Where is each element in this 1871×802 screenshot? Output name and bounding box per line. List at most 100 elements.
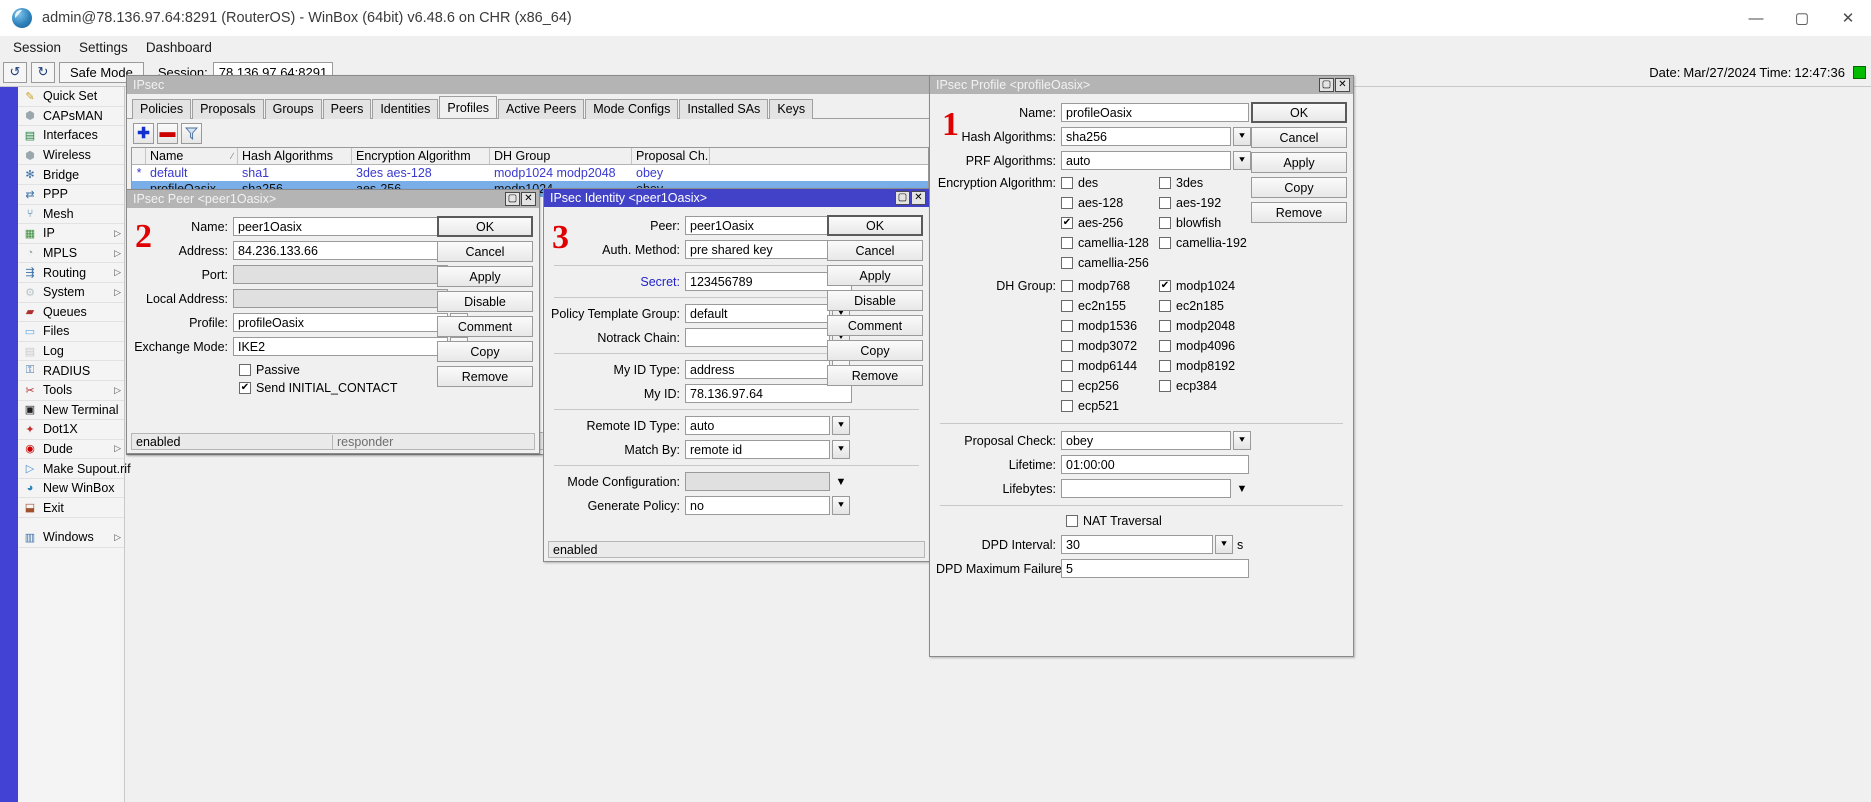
undo-button[interactable]: ↺ <box>3 62 27 83</box>
maximize-button[interactable]: ▢ <box>1779 0 1825 36</box>
identity-notrack-chain-input[interactable] <box>685 328 830 347</box>
sidebar-item-routing[interactable]: ⇶Routing▷ <box>18 263 124 283</box>
checkbox-box[interactable] <box>1159 340 1171 352</box>
checkbox-box[interactable] <box>1159 237 1171 249</box>
tab-peers[interactable]: Peers <box>323 99 372 119</box>
tab-proposals[interactable]: Proposals <box>192 99 264 119</box>
checkbox-aes-256[interactable]: ✔aes-256 <box>1061 214 1159 232</box>
checkbox-ecp521[interactable]: ecp521 <box>1061 397 1159 415</box>
tab-keys[interactable]: Keys <box>769 99 813 119</box>
sidebar-item-wireless[interactable]: ⬢Wireless <box>18 146 124 166</box>
peer-send-initial-contact-checkbox[interactable]: ✔ <box>239 382 251 394</box>
apply-button[interactable]: Apply <box>1251 152 1347 173</box>
checkbox-box[interactable] <box>1159 300 1171 312</box>
peer-address-input[interactable]: 84.236.133.66 <box>233 241 448 260</box>
checkbox-box[interactable] <box>1061 300 1073 312</box>
checkbox-camellia-128[interactable]: camellia-128 <box>1061 234 1159 252</box>
column-header-name[interactable]: Name∕ <box>146 148 238 164</box>
menu-settings[interactable]: Settings <box>70 38 137 57</box>
menu-session[interactable]: Session <box>4 38 70 57</box>
checkbox-des[interactable]: des <box>1061 174 1159 192</box>
chevron-down-icon[interactable]: ▼ <box>1233 479 1251 498</box>
ok-button[interactable]: OK <box>437 216 533 237</box>
checkbox-ecp256[interactable]: ecp256 <box>1061 377 1159 395</box>
comment-button[interactable]: Comment <box>827 315 923 336</box>
identity-dialog-minimize-button[interactable]: ▢ <box>895 191 910 205</box>
sidebar-item-make-supout-rif[interactable]: ▷Make Supout.rif <box>18 459 124 479</box>
sidebar-item-files[interactable]: ▭Files <box>18 322 124 342</box>
identity-dialog-close-button[interactable]: ✕ <box>911 191 926 205</box>
sidebar-item-queues[interactable]: ▰Queues <box>18 303 124 323</box>
dropdown-arrow-icon[interactable]: ⯆ <box>1215 535 1233 554</box>
remove-button[interactable]: Remove <box>1251 202 1347 223</box>
checkbox-box[interactable] <box>1061 237 1073 249</box>
checkbox-3des[interactable]: 3des <box>1159 174 1259 192</box>
checkbox-aes-128[interactable]: aes-128 <box>1061 194 1159 212</box>
checkbox-ec2n185[interactable]: ec2n185 <box>1159 297 1259 315</box>
column-header-proposal-ch-[interactable]: Proposal Ch... <box>632 148 710 164</box>
checkbox-box[interactable] <box>1159 197 1171 209</box>
checkbox-box[interactable]: ✔ <box>1061 217 1073 229</box>
column-header-encryption-algorithm[interactable]: Encryption Algorithm <box>352 148 490 164</box>
checkbox-modp2048[interactable]: modp2048 <box>1159 317 1259 335</box>
peer-local-address-input[interactable] <box>233 289 448 308</box>
tab-mode-configs[interactable]: Mode Configs <box>585 99 678 119</box>
checkbox-box[interactable] <box>1159 380 1171 392</box>
menu-dashboard[interactable]: Dashboard <box>137 38 221 57</box>
profile-name-input[interactable]: profileOasix <box>1061 103 1249 122</box>
checkbox-modp6144[interactable]: modp6144 <box>1061 357 1159 375</box>
sidebar-item-radius[interactable]: ⚿RADIUS <box>18 361 124 381</box>
profile-nat-traversal-checkbox[interactable] <box>1066 515 1078 527</box>
cancel-button[interactable]: Cancel <box>827 240 923 261</box>
sidebar-item-dude[interactable]: ◉Dude▷ <box>18 440 124 460</box>
dropdown-arrow-icon[interactable]: ⯆ <box>1233 431 1251 450</box>
tab-identities[interactable]: Identities <box>372 99 438 119</box>
checkbox-ecp384[interactable]: ecp384 <box>1159 377 1259 395</box>
sidebar-item-quick-set[interactable]: ✎Quick Set <box>18 87 124 107</box>
dropdown-arrow-icon[interactable]: ⯆ <box>832 416 850 435</box>
profile-lifetime-input[interactable]: 01:00:00 <box>1061 455 1249 474</box>
identity-my-id-input[interactable]: 78.136.97.64 <box>685 384 852 403</box>
peer-name-input[interactable]: peer1Oasix <box>233 217 470 236</box>
peer-dialog-minimize-button[interactable]: ▢ <box>505 192 520 206</box>
identity-peer-select[interactable]: peer1Oasix <box>685 216 830 235</box>
identity-auth-method-select[interactable]: pre shared key <box>685 240 830 259</box>
identity-policy-template-group-select[interactable]: default <box>685 304 830 323</box>
sidebar-item-mpls[interactable]: ◔MPLS▷ <box>18 244 124 264</box>
peer-passive-checkbox[interactable] <box>239 364 251 376</box>
profile-dpd-interval-input[interactable]: 30 <box>1061 535 1213 554</box>
checkbox-box[interactable] <box>1061 380 1073 392</box>
redo-button[interactable]: ↻ <box>31 62 55 83</box>
tab-profiles[interactable]: Profiles <box>439 96 497 118</box>
peer-exchange-mode-select[interactable]: IKE2 <box>233 337 448 356</box>
column-header-dh-group[interactable]: DH Group <box>490 148 632 164</box>
sidebar-item-dot1x[interactable]: ✦Dot1X <box>18 420 124 440</box>
peer-port-input[interactable] <box>233 265 448 284</box>
column-header-hash-algorithms[interactable]: Hash Algorithms <box>238 148 352 164</box>
sidebar-item-system[interactable]: ⚙System▷ <box>18 283 124 303</box>
identity-match-by-select[interactable]: remote id <box>685 440 830 459</box>
checkbox-box[interactable]: ✔ <box>1159 280 1171 292</box>
copy-button[interactable]: Copy <box>1251 177 1347 198</box>
sidebar-item-bridge[interactable]: ✻Bridge <box>18 165 124 185</box>
copy-button[interactable]: Copy <box>827 340 923 361</box>
checkbox-box[interactable] <box>1061 320 1073 332</box>
profile-hash-algorithms-select[interactable]: sha256 <box>1061 127 1231 146</box>
profile-prf-algorithms-select[interactable]: auto <box>1061 151 1231 170</box>
sidebar-item-log[interactable]: ▤Log <box>18 342 124 362</box>
profile-proposal-check-select[interactable]: obey <box>1061 431 1231 450</box>
apply-button[interactable]: Apply <box>827 265 923 286</box>
checkbox-ec2n155[interactable]: ec2n155 <box>1061 297 1159 315</box>
minimize-button[interactable]: — <box>1733 0 1779 36</box>
checkbox-modp4096[interactable]: modp4096 <box>1159 337 1259 355</box>
ok-button[interactable]: OK <box>1251 102 1347 123</box>
checkbox-blowfish[interactable]: blowfish <box>1159 214 1259 232</box>
checkbox-box[interactable] <box>1159 177 1171 189</box>
cancel-button[interactable]: Cancel <box>437 241 533 262</box>
checkbox-aes-192[interactable]: aes-192 <box>1159 194 1259 212</box>
table-row[interactable]: *defaultsha13des aes-128modp1024 modp204… <box>132 165 928 181</box>
tab-groups[interactable]: Groups <box>265 99 322 119</box>
remove-button[interactable]: Remove <box>827 365 923 386</box>
checkbox-modp1024[interactable]: ✔modp1024 <box>1159 277 1259 295</box>
comment-button[interactable]: Comment <box>437 316 533 337</box>
